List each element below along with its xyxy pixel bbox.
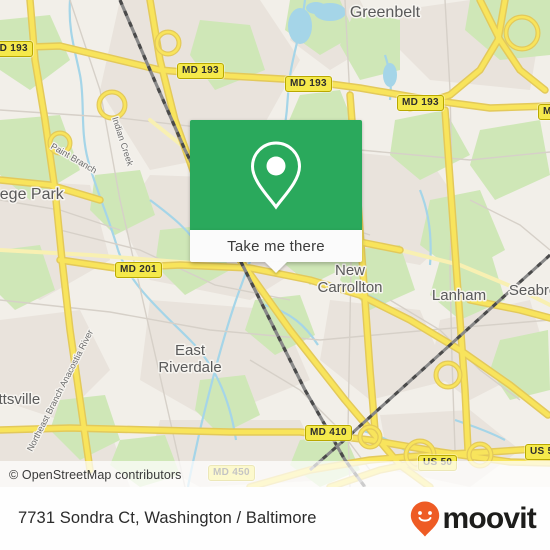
map-pin-icon bbox=[250, 141, 302, 210]
place-label: Greenbelt bbox=[350, 4, 421, 21]
take-me-there-button[interactable]: Take me there bbox=[190, 230, 362, 273]
place-label: Hyattsville bbox=[0, 391, 40, 408]
callout-pointer bbox=[265, 262, 287, 273]
location-callout[interactable]: Take me there bbox=[190, 120, 362, 273]
osm-attribution[interactable]: © OpenStreetMap contributors bbox=[9, 468, 182, 482]
place-label: Seabrook bbox=[509, 282, 550, 299]
route-shield: MD 193 bbox=[538, 104, 550, 120]
place-label: Lanham bbox=[432, 287, 486, 304]
place-label: East bbox=[175, 342, 206, 359]
footer-bar: 7731 Sondra Ct, Washington / Baltimore m… bbox=[0, 487, 550, 550]
place-label: New bbox=[335, 262, 365, 279]
route-shield: US 50 bbox=[525, 444, 550, 460]
route-shield: MD 201 bbox=[115, 262, 162, 278]
address-label: 7731 Sondra Ct, Washington / Baltimore bbox=[18, 509, 317, 527]
place-label: College Park bbox=[0, 186, 65, 203]
moovit-wordmark: moovit bbox=[442, 501, 536, 535]
place-label: Riverdale bbox=[158, 359, 221, 376]
map-screenshot: Greenbelt College Park NewCarrollton Lanham… bbox=[0, 0, 550, 550]
moovit-pin-smiley-icon bbox=[411, 501, 440, 536]
route-shield: MD 410 bbox=[305, 425, 352, 441]
callout-action-label: Take me there bbox=[227, 237, 325, 255]
moovit-logo[interactable]: moovit bbox=[409, 500, 537, 538]
place-label: Carrollton bbox=[317, 279, 382, 296]
route-shield: MD 193 bbox=[0, 41, 33, 57]
route-shield: MD 193 bbox=[397, 95, 444, 111]
callout-header bbox=[190, 120, 362, 230]
route-shield: MD 193 bbox=[285, 76, 332, 92]
route-shield: MD 193 bbox=[177, 63, 224, 79]
